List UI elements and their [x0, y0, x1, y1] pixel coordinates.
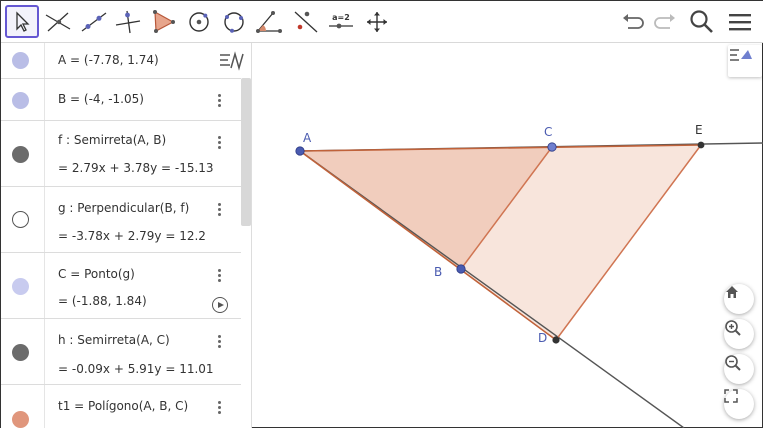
definition-c[interactable]: C = Ponto(g)	[58, 267, 135, 281]
circle-three-points-icon	[224, 11, 244, 33]
more-options-t1[interactable]	[216, 401, 222, 416]
graphics-style-button[interactable]	[728, 45, 762, 77]
intersecting-lines-icon	[45, 12, 71, 31]
visibility-toggle-c[interactable]	[12, 278, 29, 295]
more-options-b[interactable]	[216, 94, 222, 109]
point-a[interactable]	[295, 146, 305, 156]
move-arrows-icon	[367, 11, 387, 32]
visibility-toggle-g[interactable]	[12, 211, 29, 228]
more-options-g[interactable]	[216, 203, 222, 218]
algebra-row-a[interactable]: A = (-7.78, 1.74)	[1, 43, 241, 79]
definition-h[interactable]: h : Semirreta(A, C)	[58, 333, 170, 347]
segment-tool-button[interactable]	[41, 5, 75, 38]
visibility-toggle-h[interactable]	[12, 344, 29, 361]
circle-three-points-tool-button[interactable]	[217, 5, 251, 38]
more-options-h[interactable]	[216, 335, 222, 350]
perpendicular-tool-button[interactable]	[111, 5, 145, 38]
point-c[interactable]	[547, 142, 557, 152]
visibility-toggle-t1[interactable]	[12, 411, 29, 428]
angle-tool-button[interactable]	[252, 5, 286, 38]
undo-button[interactable]	[619, 7, 649, 37]
point-e[interactable]	[697, 141, 705, 149]
home-button[interactable]	[724, 284, 754, 314]
algebra-scrollbar[interactable]	[241, 78, 251, 226]
slider-tool-button[interactable]: a=2	[324, 5, 358, 38]
slider-tool-label: a=2	[332, 13, 350, 22]
algebra-view: A = (-7.78, 1.74) B = (-4, -1.05) f : Se…	[1, 43, 252, 428]
visibility-toggle-f[interactable]	[12, 146, 29, 163]
graphics-style-icon	[730, 49, 752, 61]
algebra-row-g[interactable]: g : Perpendicular(B, f) = -3.78x + 2.79y…	[1, 187, 241, 253]
home-icon	[726, 286, 738, 298]
output-f: = 2.79x + 3.78y = -15.13	[58, 161, 214, 175]
label-a: A	[303, 131, 312, 145]
output-c: = (-1.88, 1.84)	[58, 294, 147, 308]
reflect-tool-button[interactable]	[289, 5, 323, 38]
definition-g[interactable]: g : Perpendicular(B, f)	[58, 201, 189, 215]
definition-t1[interactable]: t1 = Polígono(A, B, C)	[58, 399, 188, 413]
visibility-toggle-b[interactable]	[12, 92, 29, 109]
zoom-in-icon	[725, 320, 741, 336]
algebra-row-c[interactable]: C = Ponto(g) = (-1.88, 1.84)	[1, 253, 241, 319]
redo-button[interactable]	[649, 7, 679, 37]
line-through-points-icon	[81, 11, 107, 32]
label-d: D	[538, 331, 548, 345]
polygon-tool-button[interactable]	[146, 5, 180, 38]
search-icon	[690, 10, 713, 33]
zoom-in-button[interactable]	[724, 319, 754, 349]
point-b[interactable]	[456, 264, 466, 274]
circle-tool-button[interactable]	[182, 5, 216, 38]
search-button[interactable]	[687, 7, 717, 37]
output-g: = -3.78x + 2.79y = 12.2	[58, 229, 206, 243]
move-tool-button[interactable]	[5, 5, 39, 38]
move-view-tool-button[interactable]	[360, 5, 394, 38]
circle-center-icon	[189, 11, 209, 32]
more-options-f[interactable]	[216, 136, 222, 151]
algebra-row-t1[interactable]: t1 = Polígono(A, B, C)	[1, 385, 241, 428]
more-options-c[interactable]	[216, 269, 222, 284]
label-e: E	[695, 123, 703, 137]
zoom-out-icon	[725, 355, 741, 371]
zoom-out-button[interactable]	[724, 354, 754, 384]
undo-icon	[623, 14, 644, 29]
toolbar: a=2	[1, 1, 763, 43]
geometry-canvas[interactable]	[252, 43, 763, 428]
angle-icon	[256, 10, 282, 33]
fullscreen-icon	[724, 389, 738, 403]
slider-icon: a=2	[328, 13, 354, 30]
definition-a[interactable]: A = (-7.78, 1.74)	[58, 53, 159, 67]
menu-icon	[729, 14, 751, 31]
play-animation-icon[interactable]	[212, 297, 228, 313]
label-c: C	[544, 125, 553, 139]
reflect-line-icon	[294, 11, 318, 32]
algebra-row-h[interactable]: h : Semirreta(A, C) = -0.09x + 5.91y = 1…	[1, 319, 241, 385]
visibility-toggle-a[interactable]	[12, 52, 29, 69]
definition-b[interactable]: B = (-4, -1.05)	[58, 92, 144, 106]
point-d[interactable]	[552, 336, 560, 344]
main-menu-button[interactable]	[725, 7, 755, 37]
app-window: a=2 A = (-7.78, 1.74) B = (-4, -1.05) f …	[0, 0, 763, 428]
line-tool-button[interactable]	[77, 5, 111, 38]
fullscreen-button[interactable]	[724, 389, 754, 419]
label-b: B	[434, 265, 443, 279]
cursor-arrow-icon	[16, 10, 30, 32]
output-h: = -0.09x + 5.91y = 11.01	[58, 362, 214, 376]
algebra-row-b[interactable]: B = (-4, -1.05)	[1, 79, 241, 121]
redo-icon	[654, 14, 675, 29]
perpendicular-line-icon	[115, 10, 141, 33]
graphics-view[interactable]: A B C D E	[252, 43, 763, 428]
definition-f[interactable]: f : Semirreta(A, B)	[58, 133, 166, 147]
polygon-icon	[153, 9, 175, 33]
algebra-row-f[interactable]: f : Semirreta(A, B) = 2.79x + 3.78y = -1…	[1, 121, 241, 187]
